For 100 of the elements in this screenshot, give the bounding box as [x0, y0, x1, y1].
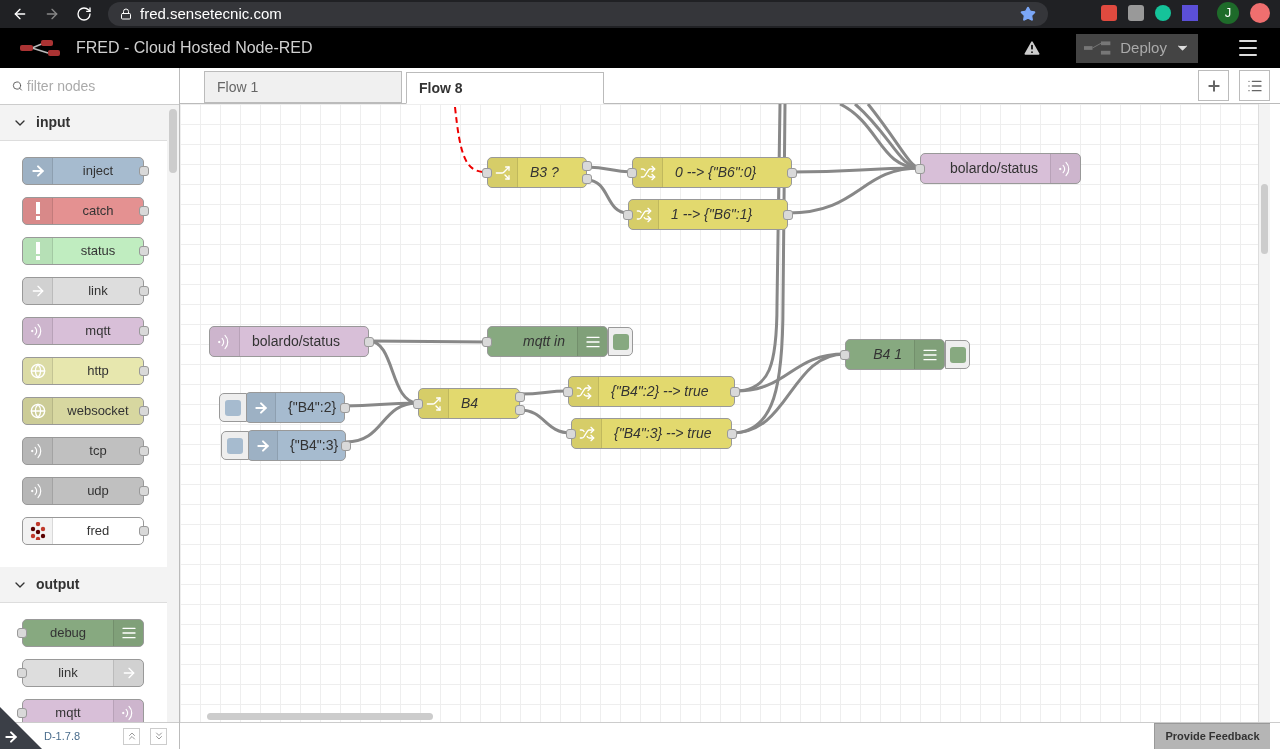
shuffle-icon [639, 164, 656, 181]
lock-icon [120, 8, 132, 20]
shuffle-icon [578, 425, 595, 442]
port-handle[interactable] [139, 526, 149, 536]
address-bar[interactable]: fred.sensetecnic.com [108, 2, 1048, 26]
filter-field[interactable]: filter nodes [26, 75, 167, 97]
deploy-button[interactable]: Deploy [1076, 33, 1198, 63]
port-handle[interactable] [139, 246, 149, 256]
palette-node[interactable]: mqtt [22, 317, 144, 345]
feedback-button[interactable]: Provide Feedback [1154, 723, 1270, 749]
inject-button[interactable] [219, 393, 247, 422]
flow-node[interactable]: {"B4":3} [247, 430, 346, 461]
category-header[interactable]: output [0, 567, 167, 603]
debug-toggle[interactable] [945, 340, 970, 369]
add-flow-button[interactable] [1198, 70, 1229, 101]
palette-node[interactable]: tcp [22, 437, 144, 465]
flow-node[interactable]: {"B4":2} [245, 392, 345, 423]
port-handle[interactable] [139, 166, 149, 176]
flow-canvas[interactable]: B3 ? 0 --> {"B6":0} 1 --> {"B6":1} bolardo/status bolardo/status mqtt in B4 1 {"B4":2} {"B4":3} B4 {"B4":2} --> true {"B4":3} --> true [180, 104, 1258, 722]
globe-icon [29, 363, 46, 379]
port-handle[interactable] [627, 167, 637, 178]
port-handle[interactable] [563, 386, 573, 397]
flow-node[interactable]: mqtt in [487, 326, 608, 357]
flow-node[interactable]: 0 --> {"B6":0} [632, 157, 792, 188]
extension-icon[interactable] [1250, 3, 1270, 23]
palette-node[interactable]: inject [22, 157, 144, 185]
arrow-icon [254, 437, 271, 454]
port-handle[interactable] [413, 398, 423, 409]
exclamation-icon [34, 202, 41, 220]
extension-icon[interactable] [1155, 5, 1171, 21]
port-handle[interactable] [340, 402, 350, 413]
port-handle[interactable] [566, 428, 576, 439]
palette-node[interactable]: status [22, 237, 144, 265]
port-handle[interactable] [139, 326, 149, 336]
flow-node[interactable]: bolardo/status [920, 153, 1081, 184]
split-icon [494, 164, 511, 181]
palette-node[interactable]: udp [22, 477, 144, 505]
palette-node[interactable]: http [22, 357, 144, 385]
search-icon [12, 80, 23, 92]
category-header[interactable]: input [0, 105, 167, 141]
star-icon[interactable] [1020, 6, 1036, 22]
flow-icon [1084, 41, 1113, 55]
avatar[interactable]: J [1217, 2, 1239, 24]
port-handle[interactable] [17, 628, 27, 638]
flow-tab[interactable]: Flow 8 [406, 72, 604, 104]
port-handle[interactable] [139, 406, 149, 416]
palette-node[interactable]: debug [22, 619, 144, 647]
flow-tab[interactable]: Flow 1 [204, 71, 402, 103]
flow-node[interactable]: bolardo/status [209, 326, 369, 357]
port-handle[interactable] [139, 446, 149, 456]
scrollbar-thumb[interactable] [169, 109, 177, 173]
split-icon [425, 395, 442, 412]
port-handle[interactable] [623, 209, 633, 220]
port-handle[interactable] [787, 167, 797, 178]
app-header: FRED - Cloud Hosted Node-RED Deploy [0, 28, 1280, 68]
flow-node[interactable]: B3 ? [487, 157, 587, 188]
port-handle[interactable] [783, 209, 793, 220]
palette-node[interactable]: fred [22, 517, 144, 545]
port-handle[interactable] [364, 336, 374, 347]
port-handle[interactable] [139, 366, 149, 376]
scrollbar-thumb[interactable] [1261, 184, 1268, 254]
expand-button[interactable] [150, 727, 167, 745]
exclamation-icon [34, 242, 41, 260]
reload-icon[interactable] [76, 6, 92, 22]
port-handle[interactable] [482, 336, 492, 347]
scrollbar-thumb[interactable] [207, 713, 433, 720]
globe-icon [29, 403, 46, 419]
palette-node[interactable]: websocket [22, 397, 144, 425]
palette-node[interactable]: catch [22, 197, 144, 225]
flow-node[interactable]: {"B4":2} --> true [568, 376, 735, 407]
shuffle-icon [635, 206, 652, 223]
debug-toggle[interactable] [608, 327, 633, 356]
inject-button[interactable] [221, 431, 249, 460]
shuffle-icon [575, 383, 592, 400]
flow-list-button[interactable] [1239, 70, 1270, 101]
palette-node[interactable]: link [22, 277, 144, 305]
port-handle[interactable] [139, 206, 149, 216]
palette-node[interactable]: link [22, 659, 144, 687]
forward-icon[interactable] [44, 6, 60, 22]
flow-node[interactable]: {"B4":3} --> true [571, 418, 732, 449]
port-handle[interactable] [341, 440, 351, 451]
palette-node[interactable]: mqtt [22, 699, 144, 722]
list-icon [120, 625, 137, 641]
port-handle[interactable] [482, 167, 492, 178]
port-handle[interactable] [139, 286, 149, 296]
warning-icon[interactable] [1022, 38, 1042, 58]
port-handle[interactable] [17, 708, 27, 718]
port-handle[interactable] [17, 668, 27, 678]
port-handle[interactable] [730, 386, 740, 397]
flow-node[interactable]: 1 --> {"B6":1} [628, 199, 788, 230]
port-handle[interactable] [915, 163, 925, 174]
plus-icon [1205, 77, 1222, 94]
port-handle[interactable] [840, 349, 850, 360]
flow-node[interactable]: B4 [418, 388, 520, 419]
flow-node[interactable]: B4 1 [845, 339, 945, 370]
port-handle[interactable] [139, 486, 149, 496]
port-handle[interactable] [727, 428, 737, 439]
back-icon[interactable] [12, 6, 28, 22]
collapse-button[interactable] [123, 727, 140, 745]
arrow-icon[interactable] [3, 729, 19, 745]
